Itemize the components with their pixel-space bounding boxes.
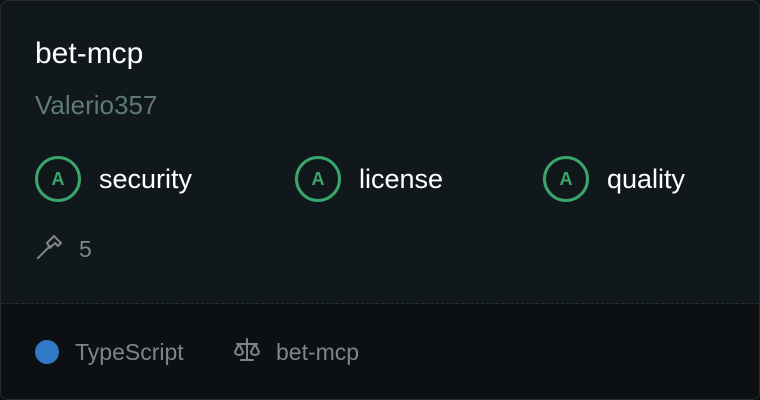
- language: TypeScript: [35, 334, 184, 370]
- hammer-icon: [35, 232, 65, 267]
- grade-label: license: [359, 163, 444, 194]
- grade-license: A license: [295, 156, 443, 202]
- license-label: bet-mcp: [276, 338, 360, 365]
- tools-count: 5: [35, 231, 92, 267]
- card-header: bet-mcp Valerio357 A security A license …: [1, 1, 759, 303]
- language-label: TypeScript: [75, 338, 184, 365]
- repo-name[interactable]: bet-mcp: [35, 35, 143, 73]
- repo-owner[interactable]: Valerio357: [35, 88, 157, 122]
- repo-card[interactable]: bet-mcp Valerio357 A security A license …: [0, 0, 760, 400]
- grade-badge: A: [543, 156, 589, 202]
- grade-label: quality: [607, 163, 686, 194]
- grade-quality: A quality: [543, 156, 685, 202]
- license: bet-mcp: [232, 334, 359, 370]
- grade-security: A security: [35, 156, 192, 202]
- tools-count-value: 5: [79, 235, 92, 262]
- grade-badge: A: [35, 156, 81, 202]
- grade-badge: A: [295, 156, 341, 202]
- language-color-dot: [35, 340, 59, 364]
- grade-label: security: [99, 163, 193, 194]
- scale-icon: [232, 335, 262, 370]
